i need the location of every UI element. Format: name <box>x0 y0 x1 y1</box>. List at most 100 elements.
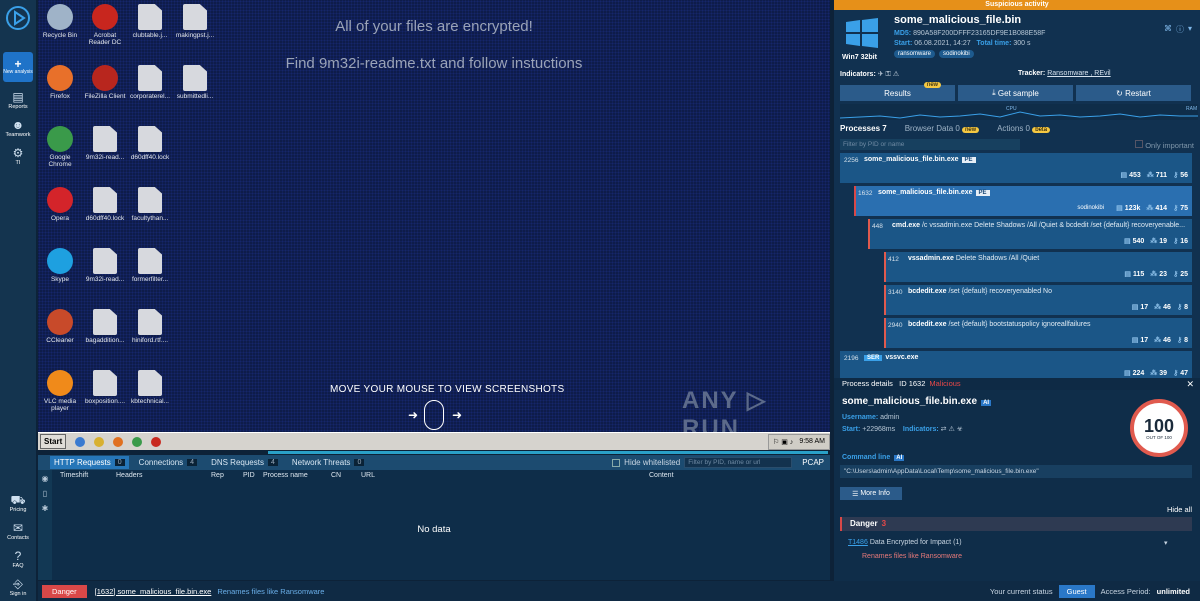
tag-ransomware[interactable]: ransomware <box>894 50 936 58</box>
results-button[interactable]: Results new <box>840 82 955 101</box>
share-icon[interactable]: ⌘ <box>1164 24 1172 35</box>
desktop-icon[interactable]: makingpst.j... <box>173 4 217 39</box>
desktop-icon[interactable]: 9m32i-read... <box>83 126 127 161</box>
nav-item-reports[interactable]: ▤ Reports <box>0 90 36 110</box>
start-button[interactable]: Start <box>40 434 67 449</box>
command-line-value[interactable]: "C:\Users\admin\AppData\Local\Temp\some_… <box>840 465 1192 478</box>
column-header[interactable]: URL <box>361 472 649 479</box>
stat-s3[interactable]: ⚷ 16 <box>1173 237 1188 245</box>
desktop-icon[interactable]: Acrobat Reader DC <box>83 4 127 46</box>
tab-http-requests[interactable]: HTTP Requests 0 <box>50 456 129 469</box>
tab-browser-data[interactable]: Browser Data 0 new <box>905 124 980 133</box>
status-process-link[interactable]: [1632] some_malicious_file.bin.exe <box>95 587 212 596</box>
nav-item-contacts[interactable]: ✉ Contacts <box>0 521 36 541</box>
desktop-icon[interactable]: bagaddition... <box>83 309 127 344</box>
stat-s1[interactable]: ▤ 540 <box>1124 237 1144 245</box>
desktop-icon[interactable]: VLC media player <box>38 370 82 412</box>
tracker-link[interactable]: Ransomware , REvil <box>1047 70 1110 77</box>
explorer-icon[interactable] <box>94 436 105 447</box>
more-info-button[interactable]: ☰ More Info <box>840 487 902 500</box>
stat-s2[interactable]: ⁂ 414 <box>1146 204 1167 212</box>
process-row[interactable]: 2940 bcdedit.exe /set {default} bootstatu… <box>884 318 1192 348</box>
desktop-icon[interactable]: submittedli... <box>173 65 217 100</box>
column-header[interactable]: Content <box>649 472 689 479</box>
process-row[interactable]: 412 vssadmin.exe Delete Shadows /All /Qui… <box>884 252 1192 282</box>
file-icon[interactable]: ▯ <box>43 489 47 498</box>
desktop-icon[interactable]: hiniford.rtf.... <box>128 309 172 344</box>
guest-badge[interactable]: Guest <box>1058 584 1095 598</box>
hide-whitelisted-checkbox[interactable] <box>612 458 621 467</box>
tab-processes[interactable]: Processes 7 <box>840 124 887 133</box>
stat-s2[interactable]: ⁂ 711 <box>1147 171 1167 179</box>
tab-dns-requests[interactable]: DNS Requests 4 <box>207 456 282 469</box>
anyrun-logo[interactable] <box>0 0 36 36</box>
nav-item-pricing[interactable]: ⛟ Pricing <box>0 493 36 513</box>
desktop-icon[interactable]: Recycle Bin <box>38 4 82 39</box>
desktop-icon[interactable]: boxposition.... <box>83 370 127 405</box>
column-header[interactable]: Headers <box>116 472 211 479</box>
desktop-icon[interactable]: kbtechnical... <box>128 370 172 405</box>
stat-s3[interactable]: ⚷ 25 <box>1173 270 1188 278</box>
stat-s1[interactable]: ▤ 224 <box>1124 369 1144 377</box>
tab-network-threats[interactable]: Network Threats 0 <box>288 456 368 469</box>
media-icon[interactable] <box>113 436 124 447</box>
stat-s2[interactable]: ⁂ 19 <box>1150 237 1167 245</box>
nav-item-teamwork[interactable]: ☻ Teamwork <box>0 118 36 138</box>
chrome-icon[interactable] <box>132 436 143 447</box>
globe-icon[interactable]: ◉ <box>42 474 49 483</box>
ie-icon[interactable] <box>75 436 86 447</box>
stat-s1[interactable]: ▤ 115 <box>1124 270 1144 278</box>
stat-s1[interactable]: ▤ 123k <box>1116 204 1140 212</box>
column-header[interactable]: CN <box>331 472 361 479</box>
desktop-icon[interactable]: corporaterel... <box>128 65 172 100</box>
danger-section-header[interactable]: Danger 3 <box>840 517 1192 531</box>
get-sample-button[interactable]: ⤓ Get sample <box>958 85 1073 101</box>
column-header[interactable]: PID <box>243 472 263 479</box>
stat-s3[interactable]: ⚷ 56 <box>1173 171 1188 179</box>
column-header[interactable]: Process name <box>263 472 331 479</box>
column-header[interactable]: Timeshift <box>60 472 116 479</box>
desktop-icon[interactable]: formerfilter... <box>128 248 172 283</box>
desktop-icon[interactable]: d60dff40.lock <box>128 126 172 161</box>
bug-icon[interactable]: ✱ <box>42 504 49 513</box>
stat-s3[interactable]: ⚷ 75 <box>1173 204 1188 212</box>
process-row[interactable]: 2256 some_malicious_file.bin.exe PE ▤ 453 ⁂ 71… <box>840 153 1192 183</box>
close-icon[interactable]: ✕ <box>1186 378 1194 390</box>
desktop-icon[interactable]: Skype <box>38 248 82 283</box>
prev-screenshot-icon[interactable]: ➜ <box>408 408 418 422</box>
stat-s2[interactable]: ⁂ 46 <box>1154 336 1171 344</box>
desktop-icon[interactable]: Google Chrome <box>38 126 82 168</box>
stat-s2[interactable]: ⁂ 23 <box>1150 270 1167 278</box>
network-filter-input[interactable]: Filter by PID, name or url <box>684 457 793 468</box>
hide-all-link[interactable]: Hide all <box>1167 505 1192 514</box>
stat-s2[interactable]: ⁂ 46 <box>1154 303 1171 311</box>
behavior-item[interactable]: Renames files like Ransomware <box>862 553 962 560</box>
desktop-icon[interactable]: 9m32i-read... <box>83 248 127 283</box>
next-screenshot-icon[interactable]: ➜ <box>452 408 462 422</box>
process-row[interactable]: 3140 bcdedit.exe /set {default} recoverye… <box>884 285 1192 315</box>
tab-connections[interactable]: Connections 4 <box>135 456 201 469</box>
stat-s1[interactable]: ▤ 17 <box>1132 303 1148 311</box>
expand-icon[interactable]: ▾ <box>1188 24 1192 35</box>
desktop-icon[interactable]: CCleaner <box>38 309 82 344</box>
ai-badge[interactable]: AI <box>981 400 992 406</box>
tab-actions[interactable]: Actions 0 beta <box>997 124 1050 133</box>
cmdline-ai-badge[interactable]: AI <box>894 455 905 461</box>
desktop-icon[interactable]: FileZilla Client <box>83 65 127 100</box>
pcap-button[interactable]: PCAP <box>796 458 830 467</box>
desktop-icon[interactable]: clubtable.j... <box>128 4 172 39</box>
desktop-icon[interactable]: Opera <box>38 187 82 222</box>
process-row[interactable]: 448 cmd.exe /c vssadmin.exe Delete Shadow… <box>868 219 1192 249</box>
stat-s3[interactable]: ⚷ 8 <box>1177 303 1188 311</box>
only-important-toggle[interactable]: Only important <box>1135 140 1194 150</box>
stat-s1[interactable]: ▤ 17 <box>1132 336 1148 344</box>
new-analysis-button[interactable]: + New analysis <box>3 52 33 82</box>
hide-whitelisted[interactable]: Hide whitelisted Filter by PID, name or … <box>612 457 830 468</box>
nav-item-sign-in[interactable]: ⎆ Sign in <box>0 577 36 597</box>
process-row[interactable]: 2196 SER vssvc.exe ▤ 224 ⁂ 39 ⚷ 47 <box>840 351 1192 378</box>
nav-item-ti[interactable]: ⚙ TI <box>0 146 36 166</box>
column-header[interactable]: Rep <box>211 472 243 479</box>
desktop-icon[interactable]: d60dff40.lock <box>83 187 127 222</box>
desktop-icon[interactable]: facultythan... <box>128 187 172 222</box>
stat-s3[interactable]: ⚷ 47 <box>1173 369 1188 377</box>
